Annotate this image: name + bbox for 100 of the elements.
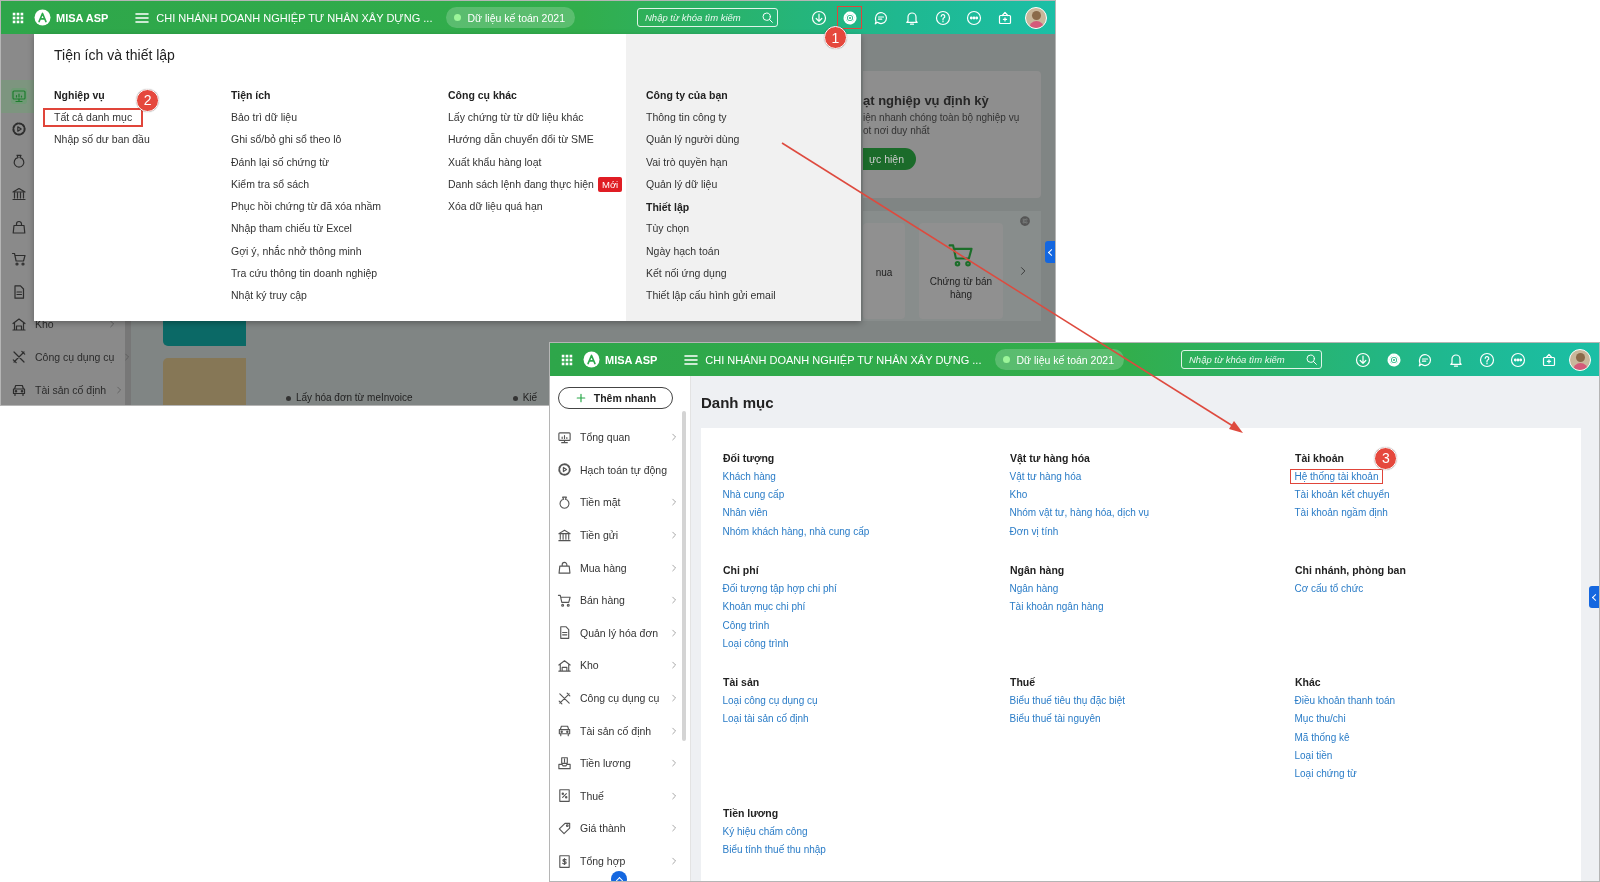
category-link[interactable]: Loại công cụ dụng cụ — [717, 693, 823, 709]
sidebar-item[interactable]: Công cụ dụng cụ — [550, 681, 690, 715]
category-link[interactable]: Đối tượng tập hợp chi phí — [717, 581, 842, 597]
action-button[interactable]: ực hiện — [863, 148, 917, 170]
menu-item[interactable]: Ghi sổ/bỏ ghi sổ theo lô — [220, 130, 353, 150]
category-link[interactable]: Nhà cung cấp — [717, 487, 790, 503]
category-link[interactable]: Loại tài sản cố định — [717, 711, 814, 727]
shortcut-tile[interactable]: Chứng từ bán hàng — [919, 223, 1003, 320]
menu-item[interactable]: Xóa dữ liệu quá hạn — [437, 197, 554, 217]
menu-item[interactable]: Nhật ký truy cập — [220, 286, 318, 306]
sidebar-item[interactable]: Tổng hợp — [550, 844, 690, 878]
menu-item[interactable]: Nhập số dư ban đầu — [43, 130, 161, 150]
avatar-icon[interactable] — [1569, 348, 1591, 371]
category-link[interactable]: Công trình — [717, 617, 775, 633]
menu-item[interactable]: Phục hồi chứng từ đã xóa nhầm — [220, 197, 393, 217]
menu-item[interactable]: Thiết lập cấu hình gửi email — [635, 286, 787, 306]
category-link[interactable]: Biểu thuế tiêu thụ đặc biệt — [1004, 693, 1131, 709]
sidebar-item[interactable]: Tiền mặt — [550, 486, 690, 519]
sidebar-item[interactable]: Công cụ dụng cụ — [1, 340, 125, 374]
scrollbar[interactable] — [682, 411, 686, 741]
tools-icon — [557, 690, 572, 706]
sidebar-item[interactable]: Hạch toán tự động — [550, 453, 690, 487]
document-icon[interactable] — [11, 283, 27, 300]
monitor-icon[interactable] — [11, 88, 27, 105]
category-link[interactable]: Khoản mục chi phí — [717, 599, 811, 615]
money-bag-icon[interactable] — [11, 153, 27, 170]
sidebar-item[interactable]: Tài sản cố định — [1, 373, 125, 405]
menu-item[interactable]: Xuất khẩu hàng loạt — [437, 152, 553, 172]
menu-item[interactable]: Bảo trì dữ liệu — [220, 107, 308, 127]
menu-item[interactable]: Ngày hạch toán — [635, 241, 731, 261]
category-link[interactable]: Mục thu/chi — [1289, 711, 1351, 727]
menu-item[interactable]: Lấy chứng từ từ dữ liệu khác — [437, 107, 595, 127]
category-link[interactable]: Vật tư hàng hóa — [1004, 469, 1087, 484]
cart-icon[interactable] — [11, 251, 27, 268]
gear-play-icon[interactable] — [11, 120, 27, 137]
sidebar-item[interactable]: Bán hàng — [550, 583, 690, 617]
search-field[interactable]: Nhập từ khóa tìm kiếm — [1181, 350, 1322, 369]
category-link[interactable]: Nhân viên — [717, 505, 773, 521]
menu-item[interactable]: Hướng dẫn chuyển đổi từ SME — [437, 130, 605, 150]
category-link[interactable]: Loại tiền — [1289, 747, 1338, 763]
category-link[interactable]: Loại chứng từ — [1289, 766, 1362, 781]
sidebar-item[interactable]: Giá thành — [550, 812, 690, 845]
menu-item[interactable]: Quản lý dữ liệu — [635, 174, 729, 194]
apps-icon[interactable] — [560, 352, 574, 367]
bag-icon[interactable] — [11, 218, 27, 235]
plus-icon[interactable] — [574, 392, 587, 404]
news-item[interactable]: Kiế — [512, 392, 538, 403]
category-link[interactable]: Tài khoản kết chuyển — [1289, 487, 1395, 503]
category-link[interactable]: Ký hiệu chấm công — [717, 823, 813, 839]
category-link[interactable]: Khách hàng — [717, 469, 781, 484]
search-field[interactable]: Nhập từ khóa tìm kiếm — [637, 8, 778, 27]
category-link[interactable]: Mã thống kê — [1289, 729, 1355, 745]
company-name[interactable]: CHI NHÁNH DOANH NGHIỆP TƯ NHÂN XÂY DỰNG ... — [156, 11, 433, 24]
sidebar-item[interactable]: Quản lý hóa đơn — [550, 616, 690, 650]
avatar-icon[interactable] — [1025, 6, 1047, 29]
menu-item[interactable]: Gợi ý, nhắc nhở thông minh — [220, 241, 373, 261]
category-link[interactable]: Nhóm khách hàng, nhà cung cấp — [717, 523, 875, 539]
menu-item[interactable]: Vai trò quyền hạn — [635, 152, 739, 172]
settings-icon[interactable] — [1019, 215, 1031, 228]
quick-add-button[interactable]: Thêm nhanh — [558, 387, 673, 409]
menu-item[interactable]: Danh sách lệnh đang thực hiện Mới — [437, 173, 634, 195]
collapse-tab[interactable] — [1045, 241, 1055, 263]
category-link[interactable]: Cơ cấu tổ chức — [1289, 581, 1369, 597]
sidebar-item[interactable]: Kho — [550, 649, 690, 682]
category-link[interactable]: Ngân hàng — [1004, 581, 1064, 597]
sidebar-item[interactable]: Mua hàng — [550, 551, 690, 584]
menu-item[interactable]: Đánh lại số chứng từ — [220, 152, 341, 172]
category-link[interactable]: Tài khoản ngầm định — [1289, 505, 1393, 521]
category-link[interactable]: Nhóm vật tư, hàng hóa, dịch vụ — [1004, 505, 1155, 521]
apps-icon[interactable] — [11, 10, 25, 25]
collapse-tab[interactable] — [1589, 586, 1599, 608]
menu-item[interactable]: Tra cứu thông tin doanh nghiệp — [220, 264, 389, 283]
category-link[interactable]: Biểu thuế tài nguyên — [1004, 711, 1106, 727]
company-name[interactable]: CHI NHÁNH DOANH NGHIỆP TƯ NHÂN XÂY DỰNG ... — [705, 353, 982, 366]
menu-item[interactable]: Tùy chọn — [635, 219, 701, 239]
search-icon[interactable] — [1305, 353, 1318, 366]
menu-item[interactable]: Quản lý người dùng — [635, 130, 751, 150]
category-link[interactable]: Kho — [1004, 487, 1033, 503]
money-bag-icon — [557, 495, 572, 510]
category-link[interactable]: Đơn vị tính — [1004, 523, 1064, 539]
bank-icon[interactable] — [11, 186, 27, 203]
search-icon[interactable] — [761, 11, 774, 24]
category-link[interactable]: Hệ thống tài khoản — [1289, 469, 1384, 484]
menu-item[interactable]: Kết nối ứng dụng — [635, 264, 738, 283]
category-link[interactable]: Tài khoản ngân hàng — [1004, 599, 1109, 615]
sidebar-item[interactable]: Tổng quan — [550, 421, 690, 454]
news-item[interactable]: Lấy hóa đơn từ meInvoice — [286, 392, 413, 403]
category-link[interactable]: Điều khoản thanh toán — [1289, 693, 1401, 709]
category-link[interactable]: Biểu tính thuế thu nhập — [717, 841, 831, 857]
category-link[interactable]: Loại công trình — [717, 635, 794, 651]
sidebar-item[interactable]: Thuế — [550, 779, 690, 813]
menu-item[interactable]: Tất cả danh mục — [43, 107, 144, 127]
sidebar-item[interactable]: Tiền gửi — [550, 518, 690, 552]
menu-item[interactable]: Nhập tham chiếu từ Excel — [220, 219, 363, 239]
shortcut-tile[interactable]: nua — [863, 223, 905, 320]
menu-item[interactable]: Kiểm tra sổ sách — [220, 174, 321, 194]
menu-item[interactable]: Thông tin công ty — [635, 107, 738, 127]
logo-icon — [583, 351, 600, 368]
sidebar-item[interactable]: Tiền lương — [550, 746, 690, 780]
sidebar-item[interactable]: Tài sản cố định — [550, 714, 690, 747]
